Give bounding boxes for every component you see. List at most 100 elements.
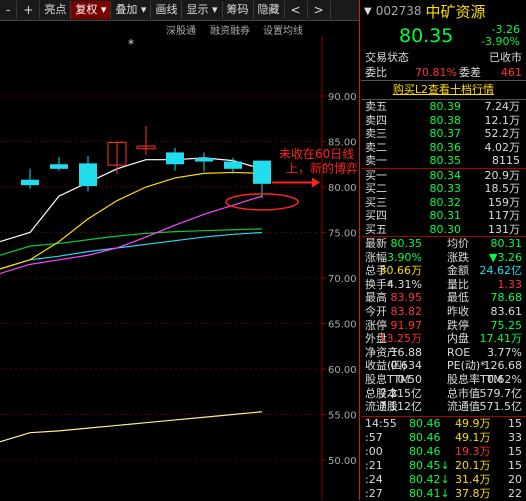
- ask-label: 卖五: [365, 100, 387, 113]
- kline-chart[interactable]: 90.00 85.00 80.00 75.00 70.00 65.00 60.00 55.00…: [0, 36, 360, 500]
- ask-volume: 52.2万: [484, 127, 521, 140]
- stat-value: 4.31%: [387, 277, 422, 291]
- stat-value: 3.77%: [487, 345, 522, 359]
- bid-row[interactable]: 买五 80.30 131万: [361, 223, 526, 237]
- chevron-down-icon[interactable]: ▼: [364, 6, 372, 17]
- tick-price: 80.46: [409, 430, 441, 444]
- stat-label: 最新: [365, 237, 387, 250]
- bid-label: 买一: [365, 168, 387, 182]
- display-button[interactable]: 显示 ▾: [182, 1, 223, 19]
- annotation-text: 未收在60日线: [279, 147, 354, 161]
- bid-row[interactable]: 买一 80.34 20.9万: [361, 169, 526, 183]
- tick-volume: 20.1万: [455, 458, 491, 472]
- chevron-down-icon: ▾: [208, 3, 218, 16]
- zoom-out-button[interactable]: -: [0, 1, 18, 19]
- stat-value: 1.33: [497, 277, 523, 291]
- stat-row: 今开 83.82 昨收 83.61: [361, 305, 526, 319]
- tab-hk-connect[interactable]: 深股通: [166, 22, 196, 37]
- stat-value: 7.112亿: [379, 400, 423, 414]
- tick-row: :21 80.45↓ 20.1万 15: [361, 459, 526, 473]
- ask-price: 80.36: [429, 140, 462, 154]
- bid-label: 买三: [365, 195, 387, 209]
- tick-row: :57 80.46 49.1万 33: [361, 431, 526, 445]
- hide-button[interactable]: 隐藏: [254, 1, 285, 19]
- price-block: 80.35 -3.26 -3.90%: [361, 22, 526, 50]
- stat-row: 收益(四) 0.634 PE(动)* 126.68: [361, 359, 526, 373]
- bid-price: 80.33: [429, 182, 462, 195]
- stat-label: 跌停: [447, 318, 469, 332]
- ask-label: 卖四: [365, 113, 387, 127]
- stat-row: 换手* 4.31% 量比 1.33: [361, 278, 526, 292]
- tab-margin-trading[interactable]: 融资融券: [210, 22, 250, 37]
- ask-row[interactable]: 卖二 80.36 4.02万: [361, 141, 526, 155]
- stat-row: 涨停 91.97 跌停 75.25: [361, 319, 526, 333]
- bid-volume: 159万: [488, 195, 520, 209]
- candle-body: [195, 157, 213, 162]
- y-tick-label: 90.00: [328, 92, 357, 103]
- bid-row[interactable]: 买二 80.33 18.5万: [361, 182, 526, 196]
- marker-star: *: [128, 37, 134, 51]
- stat-value: 80.35: [390, 237, 423, 250]
- highlight-button[interactable]: 亮点: [40, 1, 72, 19]
- chip-distribution-button[interactable]: 筹码: [223, 1, 254, 19]
- stat-label: 量比: [447, 277, 469, 291]
- tick-volume: 49.1万: [455, 430, 491, 444]
- tick-time: 14:55: [365, 416, 397, 430]
- bid-label: 买二: [365, 182, 387, 195]
- stat-row: 流通股 7.112亿 流通值 571.5亿: [361, 400, 526, 414]
- tick-list: 14:55 80.46 49.9万 15:57 80.46 49.1万 33:00 80.46…: [361, 417, 526, 501]
- stat-value: 17.41万: [479, 332, 523, 346]
- ma5-line: [0, 157, 263, 243]
- zoom-in-button[interactable]: +: [17, 1, 41, 19]
- l2-upgrade-link[interactable]: 购买L2查看十档行情: [361, 80, 526, 100]
- kline-chart-svg: 90.0085.0080.0075.0070.0065.0060.0055.00…: [0, 36, 360, 500]
- stat-row: 股息TTM 0.50 股息率TTM 0.62%: [361, 373, 526, 387]
- ask-row[interactable]: 卖五 80.39 7.24万: [361, 100, 526, 114]
- last-price: 80.35: [399, 25, 454, 47]
- candle-body: [166, 152, 184, 165]
- overlay-button[interactable]: 叠加 ▾: [111, 1, 152, 19]
- stat-value: 126.68: [483, 359, 523, 373]
- tab-ma-settings[interactable]: 设置均线: [263, 22, 303, 37]
- stat-value: 579.7亿: [479, 386, 523, 400]
- order-diff: 461: [501, 66, 522, 79]
- tick-row: :27 80.41↓ 37.8万 22: [361, 487, 526, 501]
- stat-value: ▼3.26: [489, 250, 522, 264]
- stat-value: 13.25万: [379, 332, 423, 346]
- stat-value: 30.66万: [379, 264, 423, 278]
- adjust-price-button[interactable]: 复权 ▾: [71, 1, 112, 19]
- tick-volume: 37.8万: [455, 486, 491, 500]
- draw-line-button[interactable]: 画线: [151, 1, 183, 19]
- bid-row[interactable]: 买三 80.32 159万: [361, 196, 526, 210]
- annotation-text: 上，新的博弈点: [286, 160, 360, 175]
- ask-price: 80.35: [429, 154, 462, 167]
- stats-table: 最新 80.35 均价 80.31 涨幅 -3.90% 涨跌 ▼3.26 总手 30.66万 金额 2…: [361, 237, 526, 414]
- tick-price: 80.46: [409, 444, 441, 458]
- chevron-down-icon: ▾: [137, 3, 147, 16]
- bid-price: 80.30: [429, 222, 462, 236]
- ask-row[interactable]: 卖三 80.37 52.2万: [361, 127, 526, 141]
- nav-prev-button[interactable]: <: [285, 1, 308, 19]
- bid-label: 买四: [365, 209, 387, 222]
- stat-value: 7.215亿: [379, 386, 423, 400]
- stat-value: 78.68: [490, 291, 523, 305]
- tick-volume: 19.3万: [455, 444, 491, 458]
- candle-body: [253, 160, 271, 184]
- stat-value: 571.5亿: [479, 400, 523, 414]
- tick-count: 15: [508, 458, 522, 472]
- stat-value: 0.634: [390, 359, 423, 373]
- bid-row[interactable]: 买四 80.31 117万: [361, 209, 526, 223]
- stat-row: 净资产 16.88 ROE 3.77%: [361, 346, 526, 360]
- stat-row: 最高 83.95 最低 78.68: [361, 291, 526, 305]
- tick-time: :27: [365, 486, 383, 500]
- ask-row[interactable]: 卖一 80.35 8115: [361, 154, 526, 168]
- stat-label: 总市值: [447, 386, 480, 400]
- tick-price: 80.42↓: [409, 472, 450, 486]
- ask-row[interactable]: 卖四 80.38 12.1万: [361, 114, 526, 128]
- tick-time: :57: [365, 430, 383, 444]
- stat-label: 流通值: [447, 400, 480, 414]
- ask-price: 80.38: [429, 113, 462, 127]
- tick-count: 22: [508, 486, 522, 500]
- order-ratio-row: 委比 70.81% 委差 461: [365, 66, 522, 79]
- nav-next-button[interactable]: >: [308, 1, 331, 19]
